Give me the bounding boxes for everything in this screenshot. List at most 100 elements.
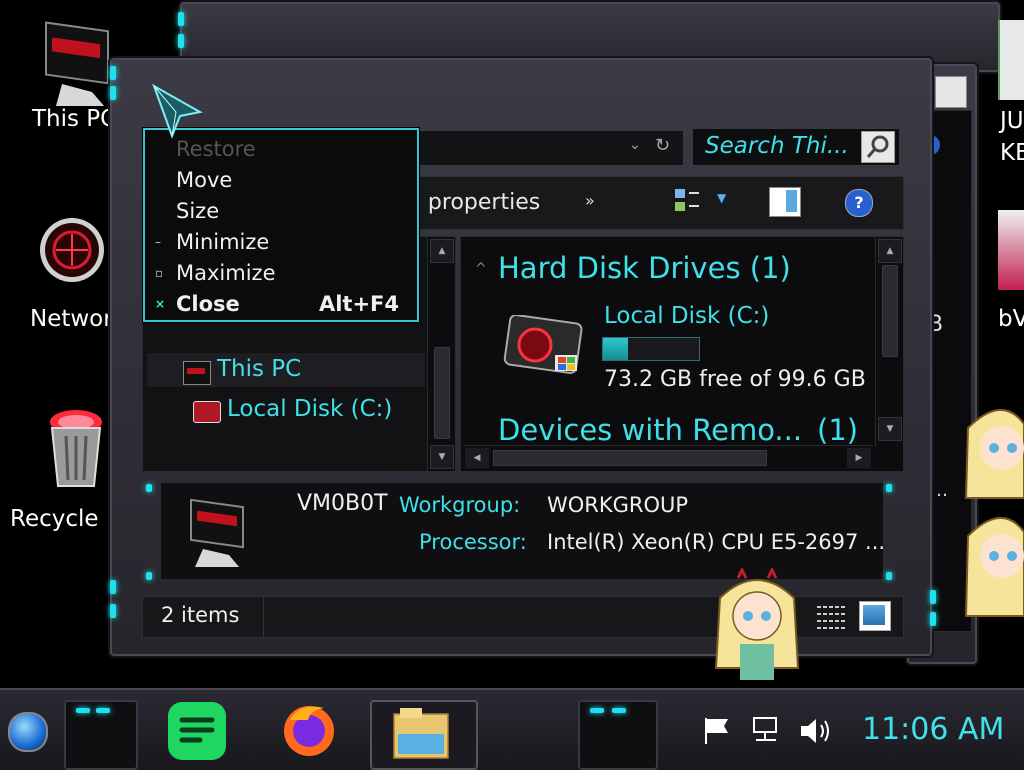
menu-item-close[interactable]: × Close Alt+F4 xyxy=(145,289,417,320)
flag-icon[interactable] xyxy=(702,716,732,746)
network-globe-icon xyxy=(40,218,104,282)
scroll-up-button[interactable]: ▲ xyxy=(878,239,902,263)
volume-icon[interactable] xyxy=(798,716,832,746)
scroll-down-button[interactable]: ▼ xyxy=(430,445,454,469)
group-devices-count: (1) xyxy=(817,413,859,447)
start-button[interactable] xyxy=(8,712,48,752)
nav-item-label: Local Disk (C:) xyxy=(227,396,393,422)
scroll-thumb[interactable] xyxy=(434,347,450,439)
taskbar-clock[interactable]: 11:06 AM xyxy=(862,712,1004,747)
desktop-icon-right-top[interactable] xyxy=(998,20,1024,100)
command-bar: n properties » ▼ ? xyxy=(407,176,904,230)
details-pane: VM0B0T Workgroup: WORKGROUP Processor: I… xyxy=(160,482,886,580)
view-dropdown-icon[interactable]: ▼ xyxy=(717,191,726,205)
address-bar[interactable]: ⌄ ↻ xyxy=(416,130,684,166)
search-box[interactable]: Search Thi... xyxy=(692,128,900,166)
document-app-icon xyxy=(179,717,215,743)
frame-light xyxy=(146,572,152,580)
cartoon-character-sticker xyxy=(964,516,1024,617)
large-icons-view-icon[interactable] xyxy=(859,601,891,631)
close-icon: × xyxy=(155,297,166,311)
desktop-label-network: Networ xyxy=(30,306,113,332)
computer-icon xyxy=(183,361,211,385)
scroll-right-button[interactable]: ▶ xyxy=(847,448,871,468)
desktop-icon-recycle-bin[interactable]: Recycle B xyxy=(0,400,122,540)
drive-usage-bar xyxy=(602,337,700,361)
scroll-thumb[interactable] xyxy=(882,265,898,357)
mouse-cursor-icon xyxy=(152,83,203,139)
group-heading-devices[interactable]: Devices with Remo... xyxy=(498,413,802,447)
desktop-label-right-ke: KE xyxy=(1000,140,1024,166)
content-horizontal-scrollbar[interactable]: ◀ ▶ xyxy=(463,445,873,470)
drive-item-local-disk[interactable]: Local Disk (C:) 73.2 GB free of 99.6 GB xyxy=(499,301,877,393)
desktop-label-right-bv: bV xyxy=(998,306,1024,332)
cartoon-character-sticker xyxy=(964,408,1024,499)
preview-pane-icon[interactable] xyxy=(769,187,801,217)
nav-scrollbar[interactable]: ▲ ▼ xyxy=(427,237,454,471)
help-icon[interactable]: ? xyxy=(845,189,873,217)
more-commands-button[interactable]: » xyxy=(585,191,595,210)
search-input[interactable]: Search Thi... xyxy=(705,133,849,159)
nav-item-this-pc[interactable]: This PC xyxy=(147,353,425,387)
status-divider xyxy=(263,597,264,637)
view-options-icon[interactable] xyxy=(673,187,701,215)
details-view-icon[interactable] xyxy=(815,603,847,631)
desktop-icon-right-mid[interactable] xyxy=(998,210,1024,290)
frame-light xyxy=(146,484,152,492)
drive-label: Local Disk (C:) xyxy=(604,303,770,329)
taskbar-app-file-explorer[interactable] xyxy=(370,700,478,770)
frame-light xyxy=(110,604,116,618)
processor-value: Intel(R) Xeon(R) CPU E5-2697 ... xyxy=(547,530,886,554)
taskbar-app-notes[interactable] xyxy=(168,702,226,760)
scroll-up-button[interactable]: ▲ xyxy=(430,239,454,263)
refresh-icon[interactable]: ↻ xyxy=(655,135,670,156)
frame-light xyxy=(110,86,116,100)
scroll-down-button[interactable]: ▼ xyxy=(878,417,902,441)
collapse-group-icon[interactable]: ^ xyxy=(475,261,487,277)
computer-icon xyxy=(190,498,244,567)
workgroup-label: Workgroup: xyxy=(399,493,521,517)
scroll-thumb[interactable] xyxy=(493,450,767,466)
desktop-icon-network[interactable]: Networ xyxy=(0,200,120,340)
computer-name: VM0B0T xyxy=(297,491,388,516)
content-pane: ^ Hard Disk Drives (1) Local Disk (C:) 7… xyxy=(460,236,904,472)
workgroup-value: WORKGROUP xyxy=(547,493,689,517)
background-search-icon xyxy=(935,76,967,108)
desktop-label-this-pc: This PC xyxy=(32,106,117,132)
close-shortcut: Alt+F4 xyxy=(318,292,399,316)
address-dropdown-icon[interactable]: ⌄ xyxy=(629,137,641,153)
file-explorer-icon xyxy=(393,708,449,759)
computer-icon xyxy=(45,21,109,106)
desktop-icon-this-pc[interactable]: This PC xyxy=(0,10,120,140)
hard-drive-icon xyxy=(503,315,583,375)
desktop-label-recycle-bin: Recycle B xyxy=(10,506,122,532)
frame-light xyxy=(178,34,184,48)
system-properties-button[interactable]: n properties xyxy=(407,190,540,215)
network-icon[interactable] xyxy=(750,714,782,746)
maximize-icon: ▫ xyxy=(155,266,164,280)
content-vertical-scrollbar[interactable]: ▲ ▼ xyxy=(875,237,902,447)
recycle-bin-icon xyxy=(50,410,102,487)
taskbar-light xyxy=(612,708,626,713)
window-system-menu: Restore Move Size – Minimize ▫ Maximize … xyxy=(143,128,419,322)
desktop-label-right-ju: JU xyxy=(1000,108,1024,134)
frame-light xyxy=(178,12,184,26)
search-icon[interactable] xyxy=(861,131,895,163)
taskbar-app-firefox[interactable] xyxy=(280,700,338,758)
cartoon-character-sticker xyxy=(714,568,800,680)
frame-light xyxy=(886,572,892,580)
menu-item-minimize[interactable]: – Minimize xyxy=(145,227,417,258)
frame-light xyxy=(886,484,892,492)
drive-usage-fill xyxy=(603,338,629,360)
frame-light xyxy=(930,590,936,604)
taskbar-light xyxy=(76,708,90,713)
menu-item-size[interactable]: Size xyxy=(145,196,417,227)
nav-item-local-disk[interactable]: Local Disk (C:) xyxy=(147,393,425,427)
menu-item-maximize[interactable]: ▫ Maximize xyxy=(145,258,417,289)
scroll-left-button[interactable]: ◀ xyxy=(465,448,489,468)
firefox-icon xyxy=(284,706,334,756)
group-heading-hard-disk[interactable]: Hard Disk Drives (1) xyxy=(498,251,791,285)
menu-item-move[interactable]: Move xyxy=(145,165,417,196)
drive-icon xyxy=(193,401,221,423)
drive-free-space: 73.2 GB free of 99.6 GB xyxy=(604,367,866,392)
